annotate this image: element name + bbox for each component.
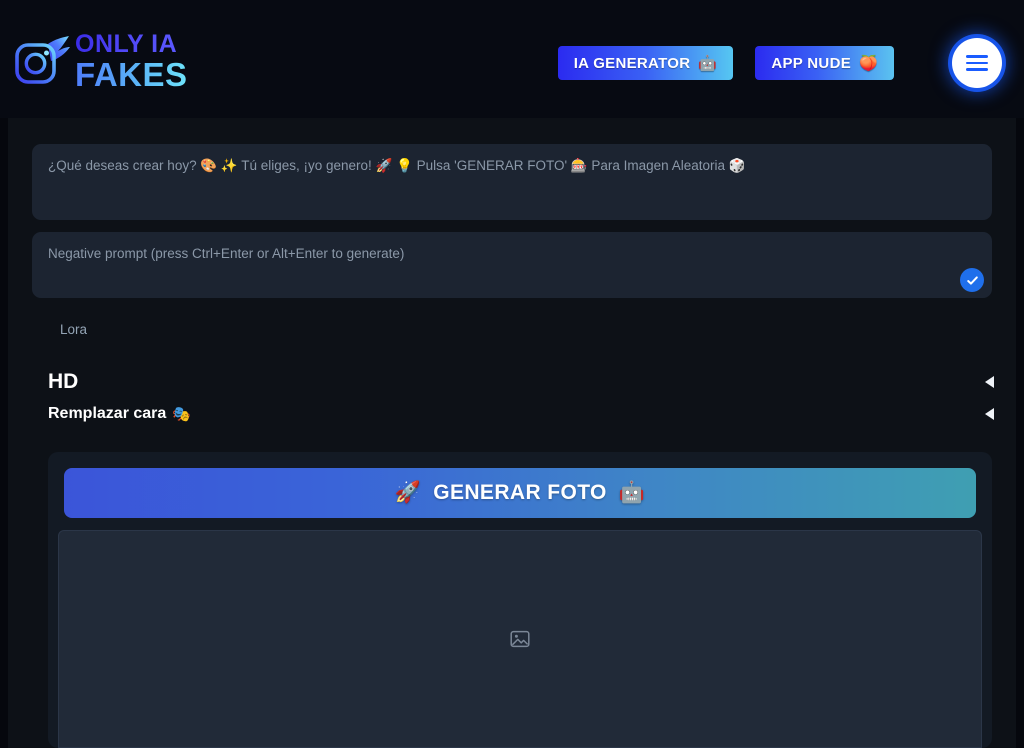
hamburger-menu-icon — [966, 51, 988, 75]
brand-wordmark: ONLY IA FAKES — [75, 31, 188, 93]
caret-left-icon — [985, 376, 994, 388]
performing-arts-masks-icon: 🎭 — [172, 406, 191, 423]
image-preview-area[interactable] — [58, 530, 982, 748]
instagram-camera-wing-icon — [12, 30, 74, 92]
app-root: ONLY IA FAKES IA GENERATOR 🤖 APP NUDE 🍑 … — [0, 0, 1024, 748]
accordion-replace-face-label: Remplazar cara 🎭 — [48, 405, 191, 423]
brand-line-2: FAKES — [75, 55, 188, 93]
hamburger-menu-button[interactable] — [952, 38, 1002, 88]
generate-photo-label: GENERAR FOTO — [433, 481, 607, 504]
ia-generator-button[interactable]: IA GENERATOR 🤖 — [557, 46, 734, 80]
confirm-check-button[interactable] — [960, 268, 984, 292]
prompt-input[interactable]: ¿Qué deseas crear hoy? 🎨 ✨ Tú eliges, ¡y… — [32, 144, 992, 220]
accordion-hd[interactable]: HD — [48, 368, 996, 396]
peach-icon: 🍑 — [859, 55, 878, 72]
check-icon — [966, 274, 979, 287]
prompt-placeholder: ¿Qué deseas crear hoy? 🎨 ✨ Tú eliges, ¡y… — [48, 158, 746, 173]
app-nude-button[interactable]: APP NUDE 🍑 — [755, 46, 894, 80]
generate-photo-button[interactable]: 🚀 GENERAR FOTO 🤖 — [64, 468, 976, 518]
main-content: ¿Qué deseas crear hoy? 🎨 ✨ Tú eliges, ¡y… — [8, 118, 1016, 748]
generation-panel: 🚀 GENERAR FOTO 🤖 — [48, 452, 992, 748]
lora-tabbar: Lora — [32, 314, 992, 346]
rocket-icon: 🚀 — [394, 481, 422, 504]
app-nude-label: APP NUDE — [771, 54, 852, 72]
image-placeholder-icon — [510, 629, 530, 649]
caret-left-icon — [985, 408, 994, 420]
accordion-replace-face[interactable]: Remplazar cara 🎭 — [48, 400, 996, 428]
negative-prompt-input[interactable]: Negative prompt (press Ctrl+Enter or Alt… — [32, 232, 992, 298]
brand-logo[interactable]: ONLY IA FAKES — [12, 28, 188, 94]
robot-icon: 🤖 — [618, 481, 646, 504]
site-header: ONLY IA FAKES IA GENERATOR 🤖 APP NUDE 🍑 — [0, 0, 1024, 118]
robot-icon: 🤖 — [698, 55, 718, 72]
header-nav-actions: IA GENERATOR 🤖 APP NUDE 🍑 — [557, 46, 894, 80]
accordion-hd-label: HD — [48, 370, 79, 393]
ia-generator-label: IA GENERATOR — [573, 54, 691, 72]
negative-prompt-placeholder: Negative prompt (press Ctrl+Enter or Alt… — [48, 246, 405, 261]
brand-line-1: ONLY IA — [75, 31, 188, 57]
tab-lora[interactable]: Lora — [60, 322, 87, 337]
accordion-replace-face-text: Remplazar cara — [48, 405, 167, 422]
